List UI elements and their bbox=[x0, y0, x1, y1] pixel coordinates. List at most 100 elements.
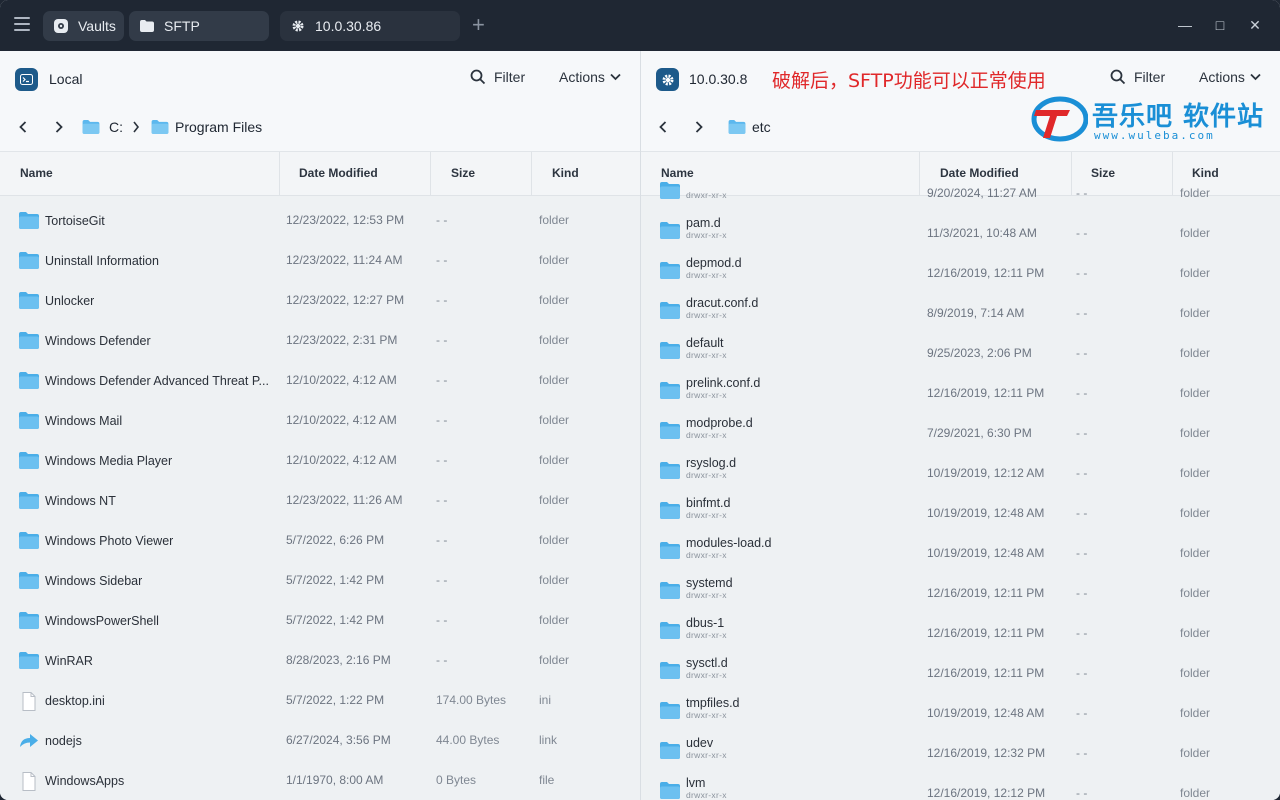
file-row[interactable]: dbus-1 drwxr-xr-x 12/16/2019, 12:11 PM - - f… bbox=[641, 611, 1280, 651]
file-kind: folder bbox=[1180, 586, 1211, 600]
tab-vaults[interactable]: Vaults bbox=[43, 11, 124, 41]
file-row[interactable]: systemd drwxr-xr-x 12/16/2019, 12:11 PM - -… bbox=[641, 571, 1280, 611]
new-tab-icon[interactable]: + bbox=[472, 14, 485, 36]
folder-icon bbox=[660, 262, 680, 279]
file-row[interactable]: Unlocker 12/23/2022, 12:27 PM - - folder bbox=[0, 281, 640, 321]
file-kind: link bbox=[539, 733, 558, 747]
file-row[interactable]: WindowsPowerShell 5/7/2022, 1:42 PM - - fol… bbox=[0, 601, 640, 641]
file-row[interactable]: Windows NT 12/23/2022, 11:26 AM - - folder bbox=[0, 481, 640, 521]
filter-button[interactable]: Filter bbox=[1110, 69, 1165, 85]
file-row[interactable]: default drwxr-xr-x 9/25/2023, 2:06 PM - - fo… bbox=[641, 331, 1280, 371]
file-row[interactable]: Uninstall Information 12/23/2022, 11:24 A… bbox=[0, 241, 640, 281]
maximize-icon[interactable]: □ bbox=[1212, 17, 1228, 33]
file-row[interactable]: nodejs 6/27/2024, 3:56 PM 44.00 Bytes link bbox=[0, 721, 640, 761]
column-date[interactable]: Date Modified bbox=[299, 166, 378, 180]
file-date: 12/16/2019, 12:11 PM bbox=[927, 386, 1045, 400]
folder-icon bbox=[660, 622, 680, 639]
file-permissions: drwxr-xr-x bbox=[686, 750, 727, 760]
column-divider[interactable] bbox=[531, 152, 532, 196]
file-size: - - bbox=[1076, 546, 1088, 560]
file-kind: folder bbox=[539, 253, 570, 267]
file-row[interactable]: binfmt.d drwxr-xr-x 10/19/2019, 12:48 AM - … bbox=[641, 491, 1280, 531]
file-row[interactable]: TortoiseGit 12/23/2022, 12:53 PM - - folder bbox=[0, 201, 640, 241]
file-date: 10/19/2019, 12:48 AM bbox=[927, 506, 1045, 520]
file-row[interactable]: tmpfiles.d drwxr-xr-x 10/19/2019, 12:48 AM… bbox=[641, 691, 1280, 731]
forward-icon[interactable] bbox=[54, 120, 64, 139]
file-row[interactable]: modprobe.d drwxr-xr-x 7/29/2021, 6:30 PM - … bbox=[641, 411, 1280, 451]
file-row[interactable]: lvm drwxr-xr-x 12/16/2019, 12:12 PM - - fold… bbox=[641, 771, 1280, 800]
breadcrumb-drive[interactable]: C: bbox=[82, 119, 123, 135]
file-kind: folder bbox=[1180, 746, 1211, 760]
file-row[interactable]: sysctl.d drwxr-xr-x 12/16/2019, 12:11 PM - … bbox=[641, 651, 1280, 691]
file-name: WinRAR bbox=[45, 654, 93, 668]
column-kind[interactable]: Kind bbox=[552, 166, 579, 180]
file-row[interactable]: WindowsApps 1/1/1970, 8:00 AM 0 Bytes file bbox=[0, 761, 640, 800]
file-row[interactable]: Windows Mail 12/10/2022, 4:12 AM - - folder bbox=[0, 401, 640, 441]
file-row[interactable]: pam.d drwxr-xr-x 11/3/2021, 10:48 AM - - fol… bbox=[641, 211, 1280, 251]
file-size: - - bbox=[436, 453, 448, 467]
breadcrumb-folder[interactable]: Program Files bbox=[151, 119, 262, 135]
forward-icon[interactable] bbox=[694, 120, 704, 139]
file-row[interactable]: Windows Defender Advanced Threat P... 12/… bbox=[0, 361, 640, 401]
file-row[interactable]: desktop.ini 5/7/2022, 1:22 PM 174.00 Bytes… bbox=[0, 681, 640, 721]
file-permissions: drwxr-xr-x bbox=[686, 350, 727, 360]
file-row[interactable]: prelink.conf.d drwxr-xr-x 12/16/2019, 12:1… bbox=[641, 371, 1280, 411]
minimize-icon[interactable]: — bbox=[1177, 17, 1193, 33]
file-icon bbox=[19, 772, 39, 791]
file-kind: folder bbox=[539, 613, 570, 627]
column-size[interactable]: Size bbox=[451, 166, 475, 180]
file-name: rsyslog.d bbox=[686, 456, 737, 470]
back-icon[interactable] bbox=[18, 120, 28, 139]
filter-button[interactable]: Filter bbox=[470, 69, 525, 85]
file-name: sysctl.d bbox=[686, 656, 728, 670]
file-name: pam.d bbox=[686, 216, 721, 230]
file-row[interactable]: dracut.conf.d drwxr-xr-x 8/9/2019, 7:14 AM… bbox=[641, 291, 1280, 331]
breadcrumb-folder[interactable]: etc bbox=[728, 119, 771, 135]
file-row[interactable]: udev drwxr-xr-x 12/16/2019, 12:32 PM - - fol… bbox=[641, 731, 1280, 771]
tab-host[interactable]: 10.0.30.86 bbox=[280, 11, 460, 41]
folder-icon bbox=[660, 382, 680, 399]
actions-button[interactable]: Actions bbox=[559, 69, 621, 85]
file-row[interactable]: drwxr-xr-x 9/20/2024, 11:27 AM - - folder bbox=[641, 171, 1280, 211]
chevron-right-icon bbox=[132, 120, 140, 137]
hamburger-menu-icon[interactable] bbox=[14, 17, 30, 31]
title-bar: Vaults SFTP 10.0.30.86 + — □ ✕ bbox=[0, 0, 1280, 51]
file-row[interactable]: WinRAR 8/28/2023, 2:16 PM - - folder bbox=[0, 641, 640, 681]
file-size: - - bbox=[436, 293, 448, 307]
file-size: - - bbox=[436, 373, 448, 387]
column-name[interactable]: Name bbox=[20, 166, 53, 180]
file-row[interactable]: Windows Sidebar 5/7/2022, 1:42 PM - - folde… bbox=[0, 561, 640, 601]
file-row[interactable]: Windows Media Player 12/10/2022, 4:12 AM -… bbox=[0, 441, 640, 481]
file-date: 1/1/1970, 8:00 AM bbox=[286, 773, 384, 787]
pane-title: 10.0.30.8 bbox=[689, 71, 748, 87]
actions-button[interactable]: Actions bbox=[1199, 69, 1261, 85]
file-name: desktop.ini bbox=[45, 694, 105, 708]
folder-icon bbox=[660, 702, 680, 719]
file-row[interactable]: Windows Defender 12/23/2022, 2:31 PM - - fo… bbox=[0, 321, 640, 361]
file-permissions: drwxr-xr-x bbox=[686, 630, 727, 640]
back-icon[interactable] bbox=[658, 120, 668, 139]
file-row[interactable]: modules-load.d drwxr-xr-x 10/19/2019, 12:4… bbox=[641, 531, 1280, 571]
file-row[interactable]: Windows Photo Viewer 5/7/2022, 6:26 PM - -… bbox=[0, 521, 640, 561]
file-row[interactable]: rsyslog.d drwxr-xr-x 10/19/2019, 12:12 AM -… bbox=[641, 451, 1280, 491]
actions-label: Actions bbox=[1199, 69, 1245, 85]
column-divider[interactable] bbox=[430, 152, 431, 196]
folder-icon bbox=[19, 572, 39, 589]
file-kind: folder bbox=[1180, 306, 1211, 320]
file-icon bbox=[19, 692, 39, 711]
file-size: - - bbox=[436, 533, 448, 547]
close-icon[interactable]: ✕ bbox=[1247, 17, 1263, 33]
column-divider[interactable] bbox=[279, 152, 280, 196]
tab-sftp[interactable]: SFTP bbox=[129, 11, 269, 41]
file-name: Uninstall Information bbox=[45, 254, 159, 268]
file-kind: folder bbox=[1180, 346, 1211, 360]
file-size: - - bbox=[1076, 346, 1088, 360]
file-size: - - bbox=[1076, 306, 1088, 320]
file-size: - - bbox=[436, 213, 448, 227]
file-date: 12/10/2022, 4:12 AM bbox=[286, 373, 397, 387]
sftp-window: Vaults SFTP 10.0.30.86 + — □ ✕ Local Fil… bbox=[0, 0, 1280, 800]
file-kind: folder bbox=[1180, 626, 1211, 640]
file-row[interactable]: depmod.d drwxr-xr-x 12/16/2019, 12:11 PM - … bbox=[641, 251, 1280, 291]
file-size: - - bbox=[1076, 706, 1088, 720]
folder-icon bbox=[728, 120, 746, 134]
